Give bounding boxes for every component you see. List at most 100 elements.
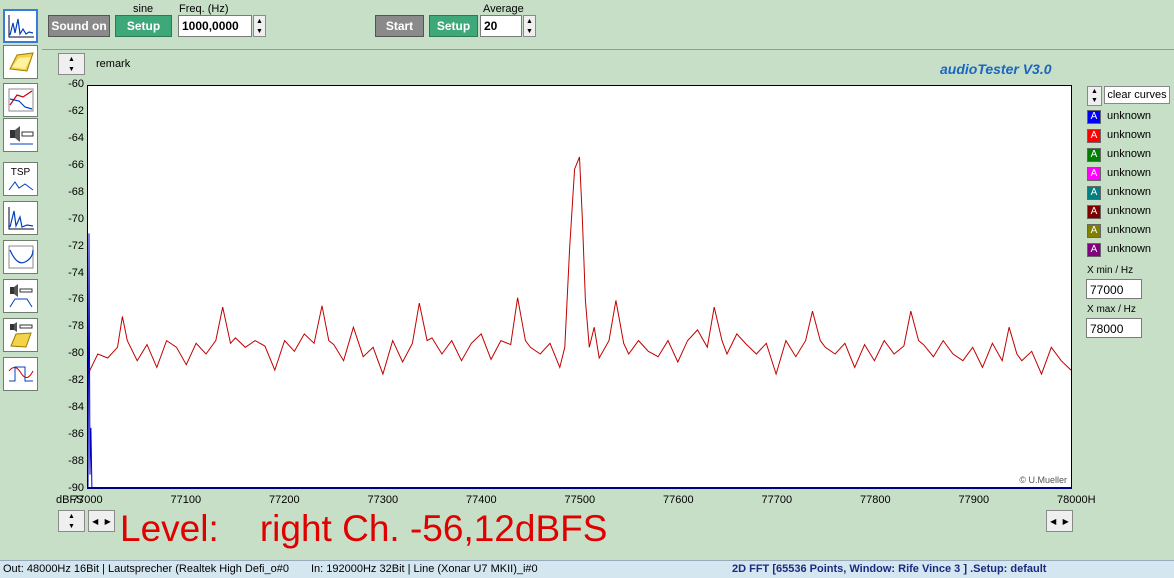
curve-color-swatch[interactable]: A — [1087, 243, 1101, 257]
y-tick-label: -70 — [68, 212, 84, 225]
generator-setup-button[interactable]: Setup — [115, 15, 172, 37]
measurement-setup-button[interactable]: Setup — [429, 15, 478, 37]
y-tick-label: -64 — [68, 131, 84, 144]
y-tick-label: -80 — [68, 347, 84, 360]
xmax-label: X max / Hz — [1087, 304, 1136, 315]
scope-icon[interactable] — [3, 357, 38, 391]
down-arrow-icon: ▼ — [1091, 97, 1098, 104]
curve-label: unknown — [1107, 205, 1152, 217]
left-arrow-icon: ◀ — [92, 516, 99, 526]
series-line-1 — [88, 233, 93, 488]
right-arrow-icon: ▶ — [104, 516, 111, 526]
credit-label: © U.Mueller — [1019, 475, 1067, 485]
x-tick-label: 77300 — [367, 494, 399, 506]
y-tick-label: -66 — [68, 158, 84, 171]
curve-label: unknown — [1107, 224, 1152, 236]
yscale-spinner[interactable]: ▲ ▼ — [58, 510, 85, 532]
start-button[interactable]: Start — [375, 15, 424, 37]
curve-label: unknown — [1107, 148, 1152, 160]
curve-color-swatch[interactable]: A — [1087, 110, 1101, 124]
xmin-label: X min / Hz — [1087, 265, 1134, 276]
curve-icon[interactable] — [3, 240, 38, 274]
tool-sidebar: TSP — [0, 0, 42, 400]
x-tick-label: 77400 — [466, 494, 497, 506]
tsp-label: TSP — [10, 166, 31, 178]
frequency-spinner[interactable]: ▲ ▼ — [253, 15, 266, 37]
speaker-filter-icon[interactable] — [3, 279, 38, 313]
x-tick-label: 77900 — [958, 494, 990, 506]
status-input: In: 192000Hz 32Bit | Line (Xonar U7 MKII… — [311, 563, 538, 575]
right-arrow-icon: ▶ — [1062, 516, 1069, 526]
speaker-folder-icon[interactable] — [3, 318, 38, 352]
y-tick-label: -72 — [68, 239, 84, 252]
up-arrow-icon: ▲ — [68, 512, 75, 520]
spectrum-plot — [88, 156, 1071, 488]
x-tick-label: 77200 — [269, 494, 300, 506]
remark-spinner[interactable]: ▲ ▼ — [58, 53, 85, 75]
curve-color-swatch[interactable]: A — [1087, 186, 1101, 200]
curve-color-swatch[interactable]: A — [1087, 205, 1101, 219]
sound-on-button[interactable]: Sound on — [48, 15, 110, 37]
clear-curves-button[interactable]: clear curves — [1104, 86, 1170, 104]
y-tick-label: -82 — [68, 374, 84, 387]
response-icon[interactable] — [3, 83, 38, 117]
left-arrow-icon: ◀ — [1050, 516, 1057, 526]
y-tick-label: -78 — [68, 320, 84, 333]
up-arrow-icon: ▲ — [526, 17, 533, 25]
x-axis-line — [87, 487, 1072, 489]
up-arrow-icon: ▲ — [68, 55, 75, 63]
y-tick-label: -76 — [68, 293, 84, 306]
speaker-icon[interactable] — [3, 118, 38, 152]
signal-type-label: sine — [133, 3, 154, 15]
y-tick-label: -88 — [68, 455, 84, 468]
curve-color-swatch[interactable]: A — [1087, 148, 1101, 162]
average-spinner[interactable]: ▲ ▼ — [523, 15, 536, 37]
y-tick-label: -68 — [68, 185, 84, 198]
status-output: Out: 48000Hz 16Bit | Lautsprecher (Realt… — [3, 563, 289, 575]
y-tick-label: -90 — [68, 482, 84, 494]
xscroll-right-control[interactable]: ◀ ▶ — [1046, 510, 1073, 532]
legend-spinner[interactable]: ▲ ▼ — [1087, 86, 1102, 106]
xscroll-left-control[interactable]: ◀ ▶ — [88, 510, 115, 532]
xmin-input[interactable]: 77000 — [1086, 279, 1142, 299]
curve-color-swatch[interactable]: A — [1087, 224, 1101, 238]
down-arrow-icon: ▼ — [256, 27, 263, 35]
plot-area: © U.Mueller — [87, 85, 1072, 489]
down-arrow-icon: ▼ — [68, 522, 75, 530]
y-tick-label: -84 — [68, 401, 84, 414]
y-axis-unit: dBFS — [56, 494, 84, 506]
toolbar-divider — [42, 49, 1174, 50]
x-tick-label: 77500 — [564, 494, 596, 506]
curve-color-swatch[interactable]: A — [1087, 167, 1101, 181]
x-tick-label: 77600 — [663, 494, 694, 506]
curve-label: unknown — [1107, 186, 1152, 198]
curve-label: unknown — [1107, 243, 1152, 255]
spectrum2-icon[interactable] — [3, 201, 38, 235]
y-tick-label: -74 — [68, 266, 84, 279]
series-line-0 — [88, 156, 1071, 376]
x-tick-label: 77100 — [170, 494, 202, 506]
y-tick-label: -86 — [68, 428, 84, 441]
curve-label: unknown — [1107, 129, 1152, 141]
xmax-input[interactable]: 78000 — [1086, 318, 1142, 338]
tsp-icon[interactable]: TSP — [3, 162, 38, 196]
y-tick-label: -62 — [68, 104, 84, 117]
spectrum-icon[interactable] — [3, 9, 38, 43]
x-tick-label: 77800 — [860, 494, 891, 506]
remark-label: remark — [96, 58, 131, 70]
down-arrow-icon: ▼ — [68, 65, 75, 73]
average-input[interactable]: 20 — [480, 15, 522, 37]
y-tick-label: -60 — [68, 78, 84, 90]
x-tick-label: 78000H — [1057, 494, 1096, 506]
status-bar: Out: 48000Hz 16Bit | Lautsprecher (Realt… — [0, 560, 1174, 578]
curve-label: unknown — [1107, 167, 1152, 179]
level-readout: Level: right Ch. -56,12dBFS — [120, 508, 608, 549]
status-fft: 2D FFT [65536 Points, Window: Rife Vince… — [732, 563, 1047, 575]
up-arrow-icon: ▲ — [256, 17, 263, 25]
curve-color-swatch[interactable]: A — [1087, 129, 1101, 143]
folder-icon[interactable] — [3, 45, 38, 79]
x-tick-label: 77700 — [761, 494, 793, 506]
up-arrow-icon: ▲ — [1091, 88, 1098, 95]
frequency-input[interactable]: 1000,0000 — [178, 15, 252, 37]
freq-label: Freq. (Hz) — [179, 3, 229, 15]
